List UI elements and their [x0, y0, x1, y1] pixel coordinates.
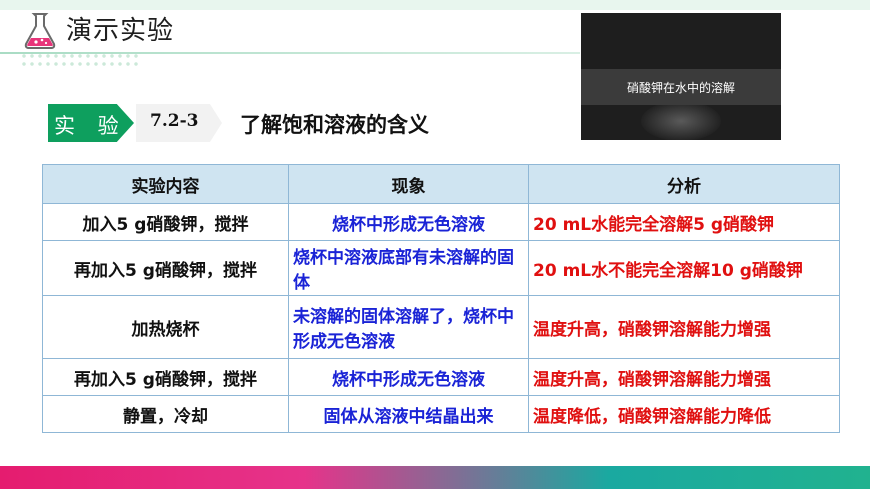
cell-content: 再加入5 g硝酸钾，搅拌	[42, 358, 289, 396]
video-player[interactable]: 硝酸钾在水中的溶解	[581, 13, 781, 140]
cell-content: 加入5 g硝酸钾，搅拌	[42, 203, 289, 241]
cell-phenomenon: 烧杯中溶液底部有未溶解的固体	[288, 240, 529, 296]
cell-analysis: 20 mL水不能完全溶解10 g硝酸钾	[528, 240, 840, 296]
table-row: 再加入5 g硝酸钾，搅拌 烧杯中形成无色溶液 温度升高，硝酸钾溶解能力增强	[42, 358, 840, 396]
video-frame	[641, 101, 721, 140]
cell-phenomenon: 烧杯中形成无色溶液	[288, 358, 529, 396]
table-row: 再加入5 g硝酸钾，搅拌 烧杯中溶液底部有未溶解的固体 20 mL水不能完全溶解…	[42, 240, 840, 296]
experiment-number: 7.2-3	[150, 111, 199, 131]
experiment-title: 了解饱和溶液的含义	[240, 113, 429, 137]
cell-phenomenon: 固体从溶液中结晶出来	[288, 395, 529, 433]
table-row: 加热烧杯 未溶解的固体溶解了，烧杯中形成无色溶液 温度升高，硝酸钾溶解能力增强	[42, 295, 840, 359]
table-row: 静置，冷却 固体从溶液中结晶出来 温度降低，硝酸钾溶解能力降低	[42, 395, 840, 433]
cell-analysis: 温度升高，硝酸钾溶解能力增强	[528, 295, 840, 359]
cell-analysis: 温度升高，硝酸钾溶解能力增强	[528, 358, 840, 396]
cell-phenomenon: 烧杯中形成无色溶液	[288, 203, 529, 241]
column-header-content: 实验内容	[42, 164, 289, 204]
table-header-row: 实验内容 现象 分析	[42, 164, 840, 204]
page-title: 演示实验	[66, 16, 175, 46]
table-row: 加入5 g硝酸钾，搅拌 烧杯中形成无色溶液 20 mL水能完全溶解5 g硝酸钾	[42, 203, 840, 241]
experiment-table: 实验内容 现象 分析 加入5 g硝酸钾，搅拌 烧杯中形成无色溶液 20 mL水能…	[42, 164, 840, 433]
column-header-analysis: 分析	[528, 164, 840, 204]
cell-analysis: 温度降低，硝酸钾溶解能力降低	[528, 395, 840, 433]
cell-analysis: 20 mL水能完全溶解5 g硝酸钾	[528, 203, 840, 241]
cell-content: 再加入5 g硝酸钾，搅拌	[42, 240, 289, 296]
top-bar	[0, 0, 870, 10]
experiment-tag-label: 实 验	[54, 114, 127, 138]
footer-bar	[0, 466, 870, 489]
header-decoration	[20, 52, 140, 66]
column-header-phenomenon: 现象	[288, 164, 529, 204]
flask-icon	[24, 13, 56, 49]
video-caption: 硝酸钾在水中的溶解	[626, 81, 735, 95]
cell-content: 加热烧杯	[42, 295, 289, 359]
cell-phenomenon: 未溶解的固体溶解了，烧杯中形成无色溶液	[288, 295, 529, 359]
cell-content: 静置，冷却	[42, 395, 289, 433]
